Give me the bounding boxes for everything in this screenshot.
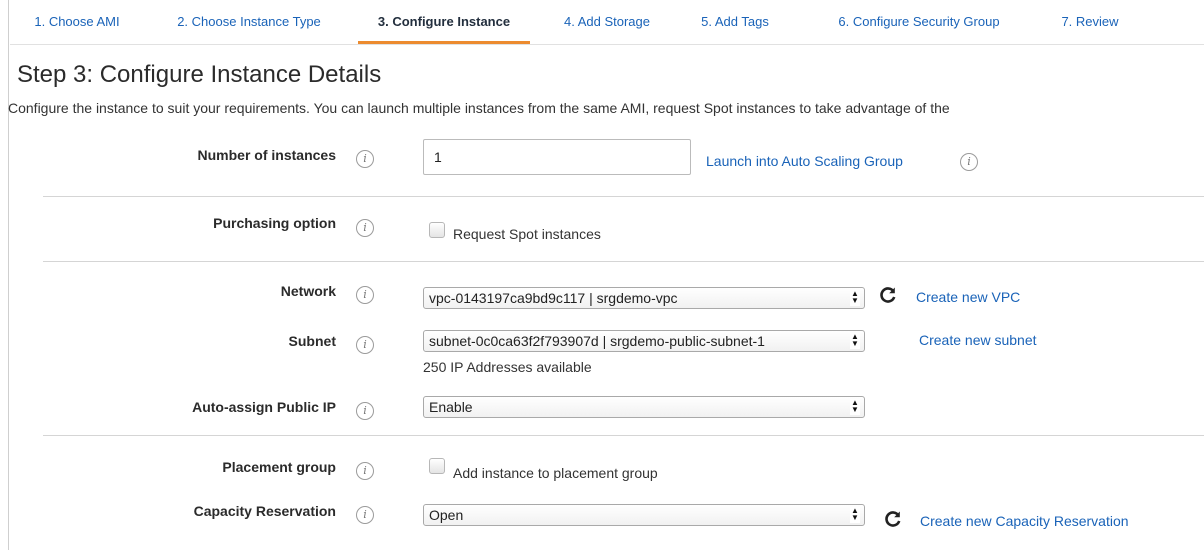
auto-scaling-info-icon[interactable]: i — [960, 153, 978, 171]
network-label: Network — [280, 283, 336, 299]
network-select[interactable]: vpc-0143197ca9bd9c117 | srgdemo-vpc ▲ ▼ — [423, 287, 865, 309]
section-divider — [43, 261, 1204, 262]
capacity-label: Capacity Reservation — [193, 503, 336, 519]
create-capacity-reservation-link[interactable]: Create new Capacity Reservation — [920, 513, 1129, 529]
purchasing-info-icon[interactable]: i — [356, 219, 374, 237]
refresh-capacity-icon[interactable] — [884, 510, 902, 528]
instances-input[interactable] — [423, 139, 691, 175]
subnet-info-icon[interactable]: i — [356, 336, 374, 354]
public-ip-info-icon[interactable]: i — [356, 402, 374, 420]
tab-choose-ami[interactable]: 1. Choose AMI — [10, 0, 144, 44]
create-subnet-link[interactable]: Create new subnet — [919, 332, 1037, 348]
left-border — [8, 0, 9, 550]
section-divider — [43, 196, 1204, 197]
wizard-tabs: 1. Choose AMI 2. Choose Instance Type 3.… — [10, 0, 1204, 45]
page-title: Step 3: Configure Instance Details — [17, 61, 382, 88]
placement-group-checkbox-label: Add instance to placement group — [453, 465, 658, 481]
select-arrows-icon: ▲ ▼ — [850, 332, 860, 349]
public-ip-label: Auto-assign Public IP — [192, 399, 336, 415]
tab-add-storage[interactable]: 4. Add Storage — [545, 0, 669, 44]
tab-add-tags[interactable]: 5. Add Tags — [684, 0, 786, 44]
capacity-select[interactable]: Open ▲ ▼ — [423, 504, 865, 526]
purchasing-label: Purchasing option — [213, 215, 336, 231]
public-ip-select-value: Enable — [429, 399, 473, 415]
create-vpc-link[interactable]: Create new VPC — [916, 289, 1020, 305]
tab-review[interactable]: 7. Review — [1042, 0, 1138, 44]
subnet-select[interactable]: subnet-0c0ca63f2f793907d | srgdemo-publi… — [423, 330, 865, 352]
subnet-label: Subnet — [288, 333, 336, 349]
spot-instances-checkbox[interactable] — [429, 222, 445, 238]
spot-instances-label: Request Spot instances — [453, 226, 601, 242]
public-ip-select[interactable]: Enable ▲ ▼ — [423, 396, 865, 418]
ip-available-note: 250 IP Addresses available — [423, 359, 592, 375]
subnet-select-value: subnet-0c0ca63f2f793907d | srgdemo-publi… — [429, 333, 765, 349]
refresh-network-icon[interactable] — [879, 286, 897, 304]
tab-choose-instance-type[interactable]: 2. Choose Instance Type — [156, 0, 342, 44]
placement-group-checkbox[interactable] — [429, 458, 445, 474]
placement-label: Placement group — [222, 459, 336, 475]
network-info-icon[interactable]: i — [356, 286, 374, 304]
capacity-info-icon[interactable]: i — [356, 506, 374, 524]
placement-info-icon[interactable]: i — [356, 462, 374, 480]
page-description: Configure the instance to suit your requ… — [8, 100, 950, 116]
select-arrows-icon: ▲ ▼ — [850, 398, 860, 415]
select-arrows-icon: ▲ ▼ — [850, 289, 860, 306]
instances-info-icon[interactable]: i — [356, 150, 374, 168]
instances-label: Number of instances — [197, 147, 336, 163]
select-arrows-icon: ▲ ▼ — [850, 506, 860, 523]
tab-configure-security-group[interactable]: 6. Configure Security Group — [806, 0, 1032, 44]
capacity-select-value: Open — [429, 507, 464, 523]
section-divider — [43, 435, 1204, 436]
tab-configure-instance[interactable]: 3. Configure Instance — [358, 0, 530, 44]
network-select-value: vpc-0143197ca9bd9c117 | srgdemo-vpc — [429, 290, 678, 306]
auto-scaling-link[interactable]: Launch into Auto Scaling Group — [706, 153, 903, 169]
